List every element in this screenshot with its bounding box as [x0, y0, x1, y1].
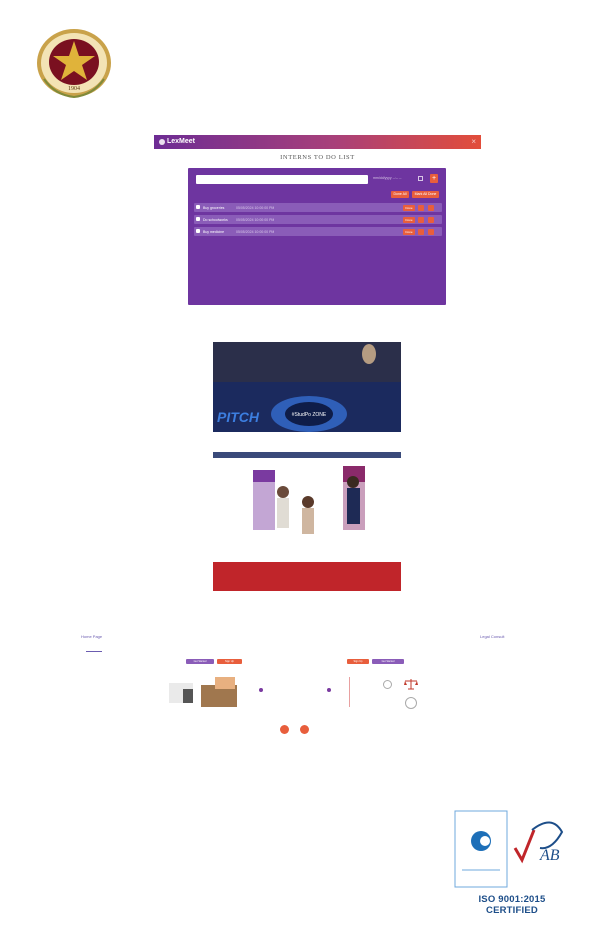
sign-up-button[interactable]: Sign Up — [217, 659, 242, 664]
task-name: Do schoolworks — [203, 217, 228, 222]
iso-logos: AB — [454, 810, 564, 888]
task-date: 05/05/2024 10:00:00 PM — [236, 217, 275, 222]
date-time-field[interactable]: mm/dd/yyyy --:-- -- — [373, 176, 402, 180]
carousel-dot[interactable] — [259, 688, 263, 692]
university-seal-logo: 1904 — [37, 29, 111, 99]
task-row: Buy groceries 05/05/2024 10:00:00 PM Don… — [194, 203, 442, 212]
calendar-icon[interactable] — [418, 176, 423, 181]
task-checkbox[interactable] — [196, 205, 200, 209]
app-photo-collage — [163, 675, 239, 709]
page-title: INTERNS TO DO LIST — [280, 154, 355, 161]
legal-consult-heading: Legal Consult — [480, 634, 505, 639]
todo-panel: mm/dd/yyyy --:-- -- + Done All Mark All … — [188, 168, 446, 305]
banner-zone-text: #StudPo ZONE — [292, 412, 327, 418]
done-all-button[interactable]: Done All — [391, 191, 409, 198]
task-row: Do schoolworks 05/05/2024 10:00:00 PM Do… — [194, 215, 442, 224]
mark-all-done-button[interactable]: Mark All Done — [412, 191, 439, 198]
home-page-heading: Home Page — [81, 634, 103, 639]
divider — [349, 677, 350, 707]
scales-of-justice-icon — [404, 679, 418, 690]
delete-icon[interactable] — [428, 228, 434, 235]
banner-pitch-text: PITCH — [217, 409, 260, 425]
sign-up-button-right[interactable]: Sign Up — [347, 659, 369, 664]
orange-dot[interactable] — [300, 725, 309, 734]
edit-icon[interactable] — [418, 216, 424, 223]
lexmeet-app-screenshot: LexMeet × INTERNS TO DO LIST mm/dd/yyyy … — [154, 135, 481, 313]
event-photo: PITCH #StudPo ZONE — [213, 342, 401, 591]
user-icon[interactable] — [383, 680, 392, 689]
iso-certified-text: ISO 9001:2015 CERTIFIED — [478, 894, 546, 916]
edit-icon[interactable] — [418, 228, 424, 235]
orange-dot[interactable] — [280, 725, 289, 734]
seal-year: 1904 — [68, 86, 80, 92]
delete-icon[interactable] — [428, 204, 434, 211]
nav-underline — [86, 651, 102, 652]
carousel-dot[interactable] — [327, 688, 331, 692]
ab-text: AB — [539, 847, 560, 864]
get-started-button[interactable]: Get Started — [186, 659, 214, 664]
app-mockups-strip: Home Page Legal Consult Get Started Sign… — [0, 615, 613, 745]
task-checkbox[interactable] — [196, 229, 200, 233]
task-date: 05/05/2024 10:00:00 PM — [236, 205, 275, 210]
task-row: Buy medicine 05/05/2024 10:00:00 PM Done — [194, 227, 442, 236]
iso-certification-badge: AB ISO 9001:2015 CERTIFIED — [452, 808, 572, 916]
task-name: Buy groceries — [203, 205, 225, 210]
get-started-button-right[interactable]: Get Started — [372, 659, 404, 664]
add-task-button[interactable]: + — [430, 174, 438, 183]
lexmeet-logo-icon — [159, 139, 165, 145]
task-checkbox[interactable] — [196, 217, 200, 221]
app-name: LexMeet — [167, 138, 196, 145]
task-done-button[interactable]: Done — [403, 204, 415, 211]
task-name: Buy medicine — [203, 229, 225, 234]
task-input[interactable] — [196, 175, 368, 184]
task-date: 05/05/2024 10:00:00 PM — [236, 229, 275, 234]
info-icon[interactable] — [405, 697, 417, 709]
edit-icon[interactable] — [418, 204, 424, 211]
window-titlebar: LexMeet × — [154, 135, 481, 149]
task-done-button[interactable]: Done — [403, 216, 415, 223]
delete-icon[interactable] — [428, 216, 434, 223]
close-icon[interactable]: × — [471, 135, 476, 149]
task-done-button[interactable]: Done — [403, 228, 415, 235]
